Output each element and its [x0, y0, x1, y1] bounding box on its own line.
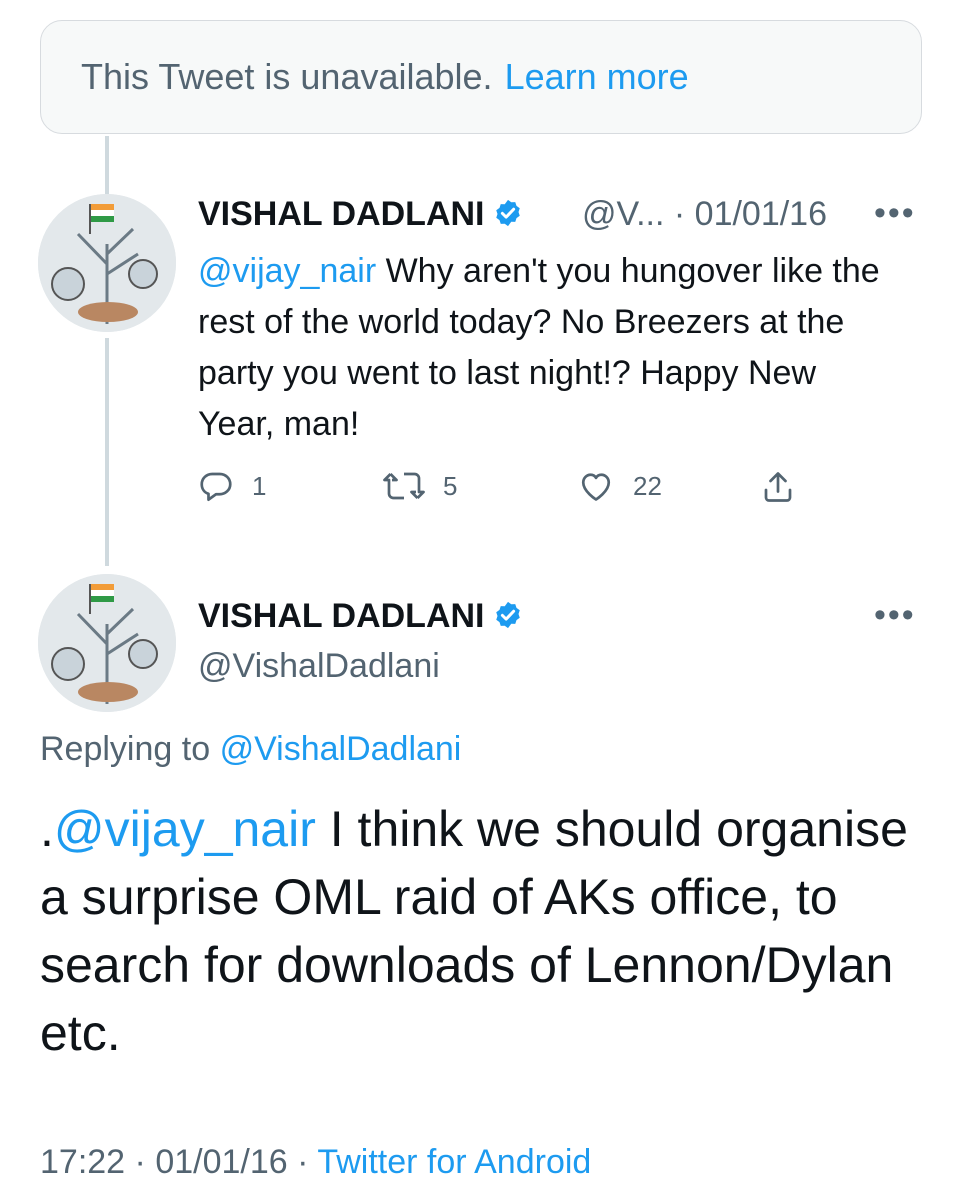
tweet1-handle-date: @V... · 01/01/16: [582, 195, 827, 234]
reply-button[interactable]: 1: [198, 468, 266, 504]
like-button[interactable]: 22: [577, 468, 662, 504]
like-count: 22: [633, 470, 662, 501]
avatar[interactable]: [38, 574, 176, 712]
tweet-meta: 17:22 · 01/01/16 · Twitter for Android: [40, 1143, 591, 1182]
text-prefix: .: [40, 801, 54, 857]
author-name-text: VISHAL DADLANI: [198, 597, 485, 635]
verified-badge-icon: [493, 198, 523, 237]
mention-link[interactable]: @vijay_nair: [54, 801, 316, 857]
tweet1-text: @vijay_nair Why aren't you hungover like…: [198, 246, 898, 450]
author-name[interactable]: VISHAL DADLANI: [198, 195, 523, 237]
mention-link[interactable]: @vijay_nair: [198, 252, 376, 290]
tweet-time[interactable]: 17:22: [40, 1143, 125, 1181]
replying-prefix: Replying to: [40, 730, 211, 768]
verified-badge-icon: [493, 600, 523, 639]
learn-more-link[interactable]: Learn more: [505, 56, 689, 98]
share-icon: [764, 472, 792, 502]
author-name[interactable]: VISHAL DADLANI: [198, 597, 523, 639]
retweet-count: 5: [443, 470, 458, 501]
thread-line-middle: [105, 338, 109, 566]
author-name-text: VISHAL DADLANI: [198, 195, 485, 233]
author-handle[interactable]: @VishalDadlani: [198, 647, 440, 686]
tweet-date[interactable]: 01/01/16: [155, 1143, 287, 1181]
tweet-date[interactable]: 01/01/16: [695, 195, 827, 233]
separator: ·: [297, 1143, 309, 1181]
like-icon: [581, 473, 611, 501]
more-icon[interactable]: •••: [874, 596, 916, 635]
replying-handle-link[interactable]: @VishalDadlani: [220, 730, 462, 768]
author-handle[interactable]: @V...: [582, 195, 664, 233]
separator: ·: [134, 1143, 146, 1181]
avatar-image: [38, 194, 176, 332]
unavailable-tweet-card: This Tweet is unavailable. Learn more: [40, 20, 922, 134]
tweet2-text: .@vijay_nair I think we should organise …: [40, 795, 930, 1067]
retweet-button[interactable]: 5: [383, 468, 457, 504]
share-button[interactable]: [760, 468, 814, 506]
thread-line-top: [105, 136, 109, 194]
unavailable-text: This Tweet is unavailable.: [81, 56, 493, 97]
reply-count: 1: [252, 470, 267, 501]
more-icon[interactable]: •••: [874, 194, 916, 233]
replying-to: Replying to @VishalDadlani: [40, 730, 461, 769]
source-link[interactable]: Twitter for Android: [317, 1143, 591, 1181]
retweet-icon: [383, 472, 425, 500]
avatar-image: [38, 574, 176, 712]
separator: ·: [673, 195, 686, 233]
reply-icon: [200, 472, 232, 501]
avatar[interactable]: [38, 194, 176, 332]
